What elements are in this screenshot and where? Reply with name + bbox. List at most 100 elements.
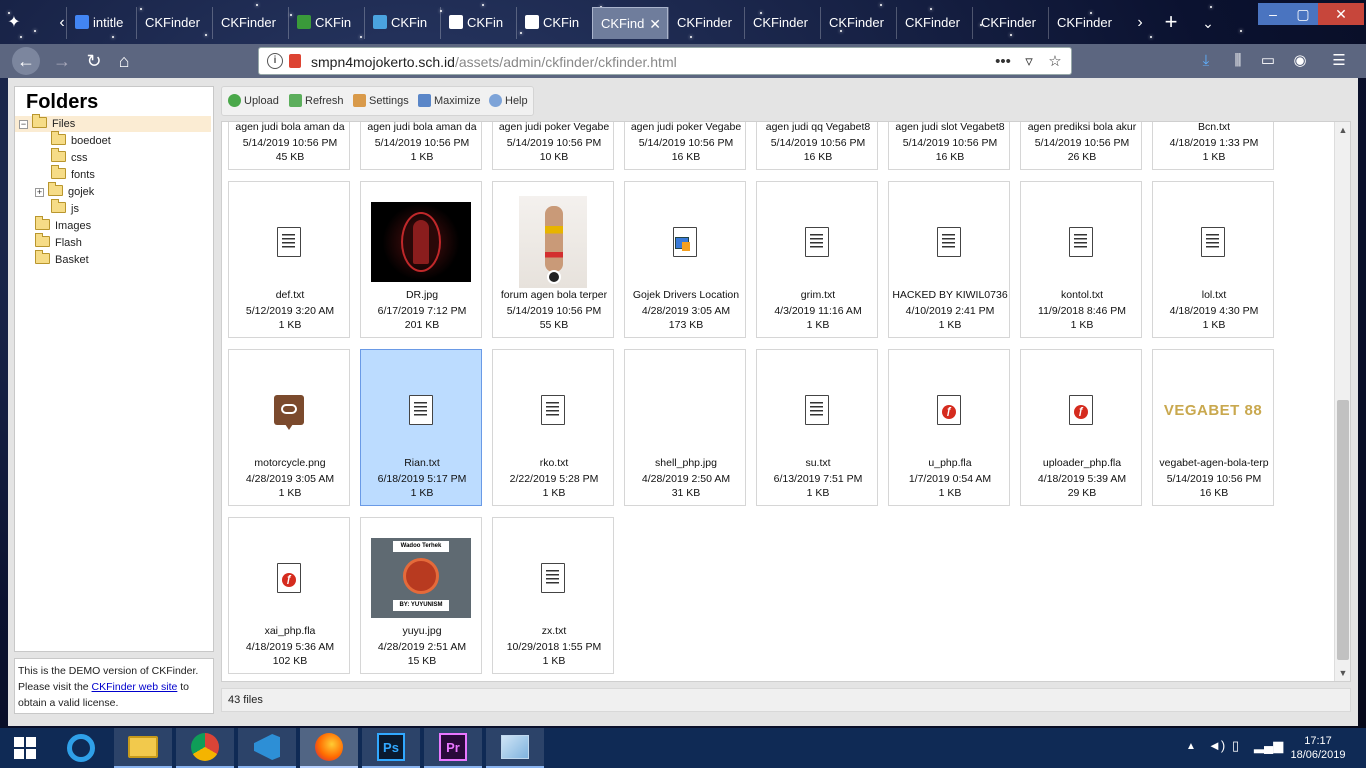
- file-thumbnail[interactable]: forum agen bola terper 5/14/2019 10:56 PM…: [492, 181, 614, 338]
- scroll-down-icon[interactable]: ▼: [1335, 665, 1351, 681]
- reload-icon[interactable]: ↻: [80, 47, 108, 75]
- file-thumbnail[interactable]: lol.txt 4/18/2019 4:30 PM 1 KB: [1152, 181, 1274, 338]
- file-thumbnail[interactable]: shell_php.jpg 4/28/2019 2:50 AM 31 KB: [624, 349, 746, 506]
- folder-fonts[interactable]: fonts: [15, 165, 95, 183]
- file-thumbnail[interactable]: agen prediksi bola akur 5/14/2019 10:56 P…: [1020, 122, 1142, 170]
- file-thumbnail[interactable]: Rian.txt 6/18/2019 5:17 PM 1 KB: [360, 349, 482, 506]
- site-info-icon[interactable]: i: [267, 53, 283, 69]
- file-thumbnail[interactable]: rko.txt 2/22/2019 5:28 PM 1 KB: [492, 349, 614, 506]
- notepad-taskbar-button[interactable]: [486, 728, 544, 768]
- sidebar-icon[interactable]: ▭: [1254, 47, 1282, 75]
- folder-toggle-icon[interactable]: −: [19, 120, 28, 129]
- folder-files[interactable]: − Files: [15, 114, 211, 132]
- help-button[interactable]: Help: [489, 93, 528, 109]
- window-close-button[interactable]: ✕: [1318, 3, 1364, 25]
- browser-tab[interactable]: CKFinder: [1048, 7, 1124, 39]
- browser-tab[interactable]: CKFinder: [668, 7, 744, 39]
- bookmark-star-icon[interactable]: ☆: [1043, 48, 1067, 76]
- back-icon[interactable]: ←: [12, 47, 40, 75]
- file-thumbnail[interactable]: ƒ u_php.fla 1/7/2019 0:54 AM 1 KB: [888, 349, 1010, 506]
- file-thumbnail[interactable]: Gojek Drivers Location 4/28/2019 3:05 AM 1…: [624, 181, 746, 338]
- browser-tab[interactable]: CKFinder: [212, 7, 288, 39]
- pocket-icon[interactable]: ▿: [1017, 48, 1041, 76]
- account-icon[interactable]: ◉: [1286, 47, 1314, 75]
- home-icon[interactable]: ⌂: [110, 47, 138, 75]
- browser-tab[interactable]: CKFinder: [972, 7, 1048, 39]
- browser-tab[interactable]: CKFin: [516, 7, 592, 39]
- insecure-lock-icon[interactable]: [289, 54, 301, 68]
- folder-boedoet[interactable]: boedoet: [15, 131, 111, 149]
- browser-tab[interactable]: CKFinder: [136, 7, 212, 39]
- file-thumbnail[interactable]: Wadoo Terhek BY: YUYUNISM yuyu.jpg 4/28/201…: [360, 517, 482, 674]
- battery-icon[interactable]: ▯: [1232, 738, 1239, 754]
- folder-toggle-icon[interactable]: +: [35, 188, 44, 197]
- file-thumbnail[interactable]: agen judi qq Vegabet8 5/14/2019 10:56 PM 1…: [756, 122, 878, 170]
- start-taskbar-button[interactable]: [0, 728, 50, 768]
- tab-scroll-left-icon[interactable]: ✦: [2, 8, 26, 38]
- file-thumbnail[interactable]: def.txt 5/12/2019 3:20 AM 1 KB: [228, 181, 350, 338]
- file-thumbnail[interactable]: agen judi poker Vegabe 5/14/2019 10:56 PM…: [492, 122, 614, 170]
- upload-button[interactable]: Upload: [228, 93, 279, 109]
- browser-tab[interactable]: CKFin: [440, 7, 516, 39]
- new-tab-button[interactable]: +: [1158, 8, 1184, 38]
- scroll-up-icon[interactable]: ▲: [1335, 122, 1351, 138]
- volume-icon[interactable]: ◄): [1208, 738, 1225, 753]
- tray-expand-icon[interactable]: ▲: [1186, 741, 1196, 752]
- folder-images[interactable]: Images: [15, 216, 91, 234]
- menu-icon[interactable]: ☰: [1325, 47, 1353, 75]
- browser-tab[interactable]: CKFin: [364, 7, 440, 39]
- file-thumbnail[interactable]: agen judi slot Vegabet8 5/14/2019 10:56 P…: [888, 122, 1010, 170]
- file-thumbnail[interactable]: DR.jpg 6/17/2019 7:12 PM 201 KB: [360, 181, 482, 338]
- browser-tab[interactable]: CKFinder: [896, 7, 972, 39]
- files-scrollbar[interactable]: ▲ ▼: [1334, 122, 1350, 681]
- file-thumbnail[interactable]: ƒ uploader_php.fla 4/18/2019 5:39 AM 29 KB: [1020, 349, 1142, 506]
- ie-taskbar-button[interactable]: [52, 728, 110, 768]
- folder-basket[interactable]: Basket: [15, 250, 89, 268]
- window-minimize-button[interactable]: –: [1258, 3, 1288, 25]
- file-thumbnail[interactable]: Bcn.txt 4/18/2019 1:33 PM 1 KB: [1152, 122, 1274, 170]
- downloads-icon[interactable]: ⤓: [1192, 47, 1220, 75]
- premiere-taskbar-button[interactable]: Pr: [424, 728, 482, 768]
- url-text[interactable]: smpn4mojokerto.sch.id/assets/admin/ckfin…: [311, 48, 677, 76]
- browser-tab[interactable]: intitle: [66, 7, 136, 39]
- file-thumbnail[interactable]: motorcycle.png 4/28/2019 3:05 AM 1 KB: [228, 349, 350, 506]
- folder-css[interactable]: css: [15, 148, 88, 166]
- file-thumbnail[interactable]: su.txt 6/13/2019 7:51 PM 1 KB: [756, 349, 878, 506]
- chrome-taskbar-button[interactable]: [176, 728, 234, 768]
- url-bar[interactable]: i smpn4mojokerto.sch.id/assets/admin/ckf…: [258, 47, 1072, 75]
- file-explorer-taskbar-button[interactable]: [114, 728, 172, 768]
- refresh-button[interactable]: Refresh: [289, 93, 344, 109]
- file-thumbnail[interactable]: agen judi poker Vegabe 5/14/2019 10:56 PM…: [624, 122, 746, 170]
- system-clock[interactable]: 17:17 18/06/2019: [1282, 734, 1354, 762]
- scroll-thumb[interactable]: [1337, 400, 1349, 660]
- library-icon[interactable]: ⫼: [1224, 47, 1252, 75]
- file-thumbnail[interactable]: zx.txt 10/29/2018 1:55 PM 1 KB: [492, 517, 614, 674]
- settings-button[interactable]: Settings: [353, 93, 409, 109]
- file-thumbnail[interactable]: ƒ xai_php.fla 4/18/2019 5:36 AM 102 KB: [228, 517, 350, 674]
- tab-list-icon[interactable]: ⌄: [1196, 8, 1220, 38]
- browser-tab[interactable]: CKFinder: [744, 7, 820, 39]
- window-maximize-button[interactable]: ▢: [1288, 3, 1318, 25]
- file-thumbnail[interactable]: VEGABET 88 vegabet-agen-bola-terp 5/14/201…: [1152, 349, 1274, 506]
- page-actions-icon[interactable]: •••: [991, 48, 1015, 76]
- browser-tab[interactable]: CKFinder: [820, 7, 896, 39]
- file-thumbnail[interactable]: kontol.txt 11/9/2018 8:46 PM 1 KB: [1020, 181, 1142, 338]
- firefox-taskbar-button[interactable]: [300, 728, 358, 768]
- folder-gojek[interactable]: + gojek: [15, 182, 94, 200]
- ckfinder-website-link[interactable]: CKFinder web site: [92, 681, 178, 693]
- maximize-button[interactable]: Maximize: [418, 93, 480, 109]
- tab-scroll-right-icon[interactable]: ›: [1128, 8, 1152, 38]
- browser-tab[interactable]: CKFin: [288, 7, 364, 39]
- file-thumbnail[interactable]: grim.txt 4/3/2019 11:16 AM 1 KB: [756, 181, 878, 338]
- browser-tab[interactable]: CKFind ✕: [592, 7, 668, 39]
- vscode-taskbar-button[interactable]: [238, 728, 296, 768]
- tab-close-icon[interactable]: ✕: [649, 8, 661, 39]
- folder-js[interactable]: js: [15, 199, 79, 217]
- file-thumbnail[interactable]: agen judi bola aman da 5/14/2019 10:56 PM…: [228, 122, 350, 170]
- forward-icon[interactable]: →: [48, 47, 76, 75]
- file-thumbnail[interactable]: HACKED BY KIWIL0736 4/10/2019 2:41 PM 1 KB: [888, 181, 1010, 338]
- network-icon[interactable]: ▂▄▆: [1254, 738, 1283, 754]
- photoshop-taskbar-button[interactable]: Ps: [362, 728, 420, 768]
- folder-flash[interactable]: Flash: [15, 233, 82, 251]
- file-thumbnail[interactable]: agen judi bola aman da 5/14/2019 10:56 PM…: [360, 122, 482, 170]
